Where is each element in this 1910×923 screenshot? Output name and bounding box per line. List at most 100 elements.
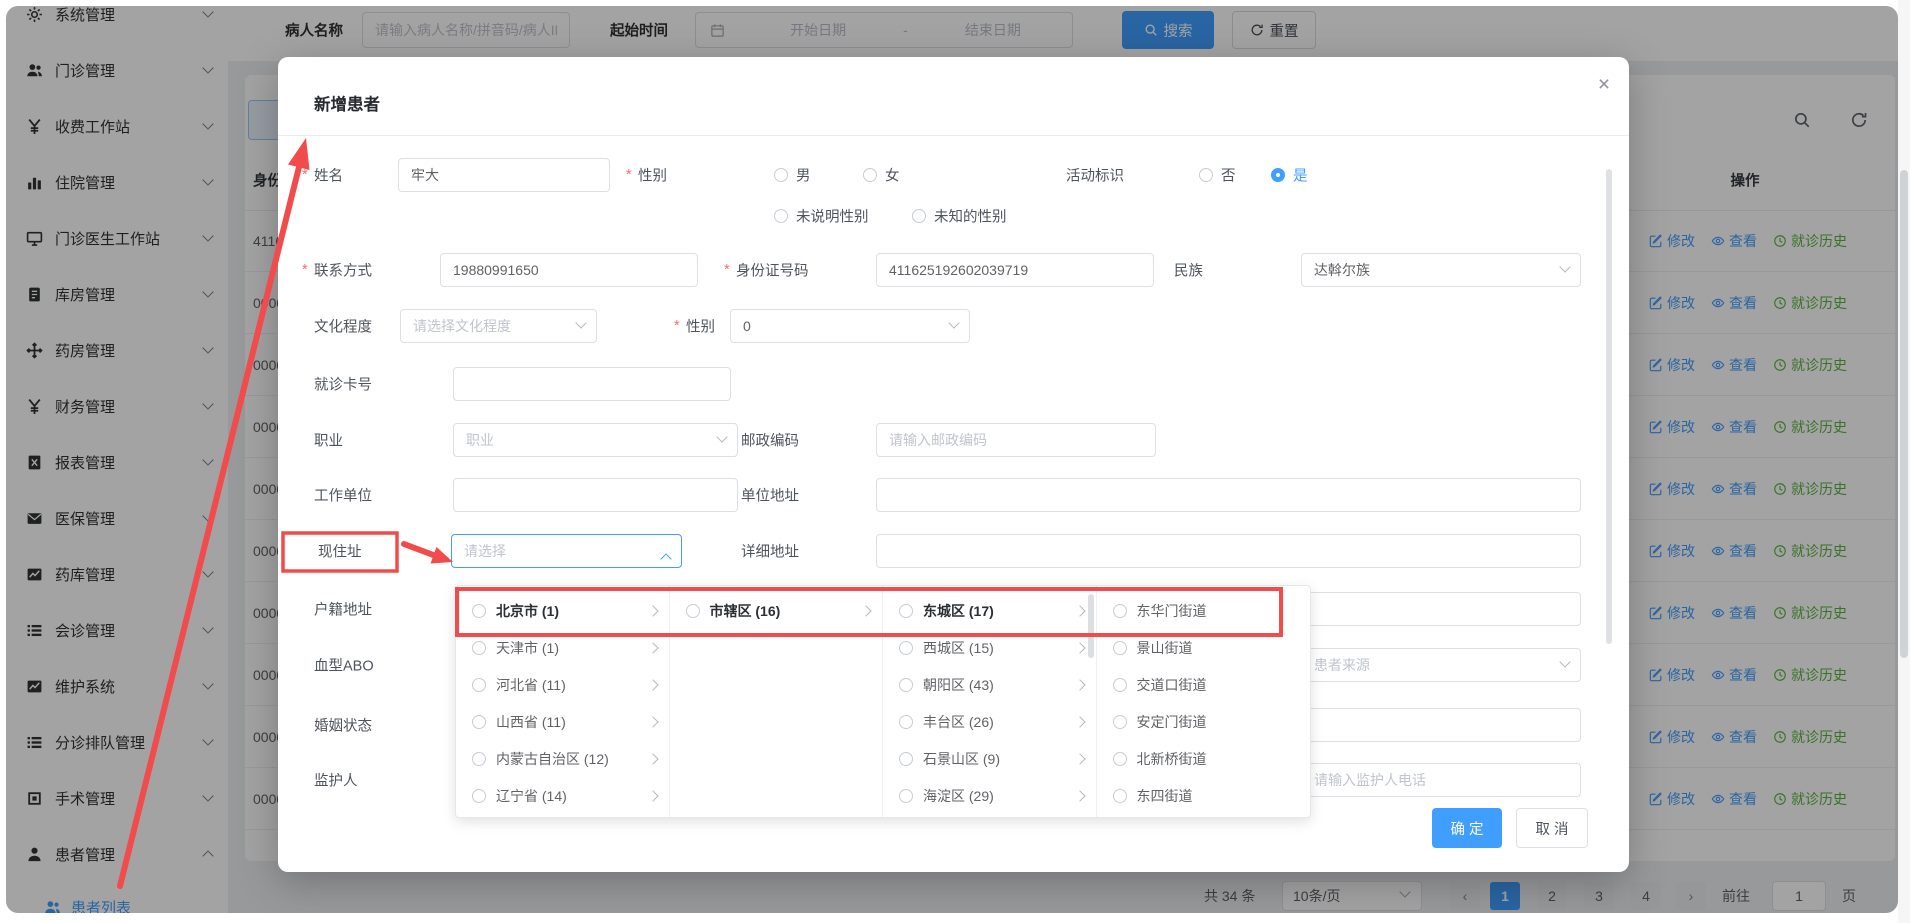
occupation-label: 职业 [314,430,343,451]
radio-icon[interactable] [899,604,913,618]
cascader-option-石景山区 (9)[interactable]: 石景山区 (9) [883,740,1096,777]
radio-icon[interactable] [1113,789,1127,803]
chevron-right-icon [647,790,658,801]
dialog-scrollbar-thumb[interactable] [1606,169,1612,644]
postcode-input[interactable] [876,423,1156,457]
radio-icon[interactable] [1113,752,1127,766]
radio-icon[interactable] [899,641,913,655]
radio-icon[interactable] [472,604,486,618]
detail-address-input[interactable] [876,534,1581,568]
chevron-right-icon [1074,679,1085,690]
address-cascader-dropdown: 北京市 (1)天津市 (1)河北省 (11)山西省 (11)内蒙古自治区 (12… [455,585,1311,818]
cascader-column-1: 市辖区 (16) [670,586,884,817]
radio-icon[interactable] [472,678,486,692]
radio-icon[interactable] [1113,604,1127,618]
cascader-option-西城区 (15)[interactable]: 西城区 (15) [883,629,1096,666]
cascader-scrollbar-thumb[interactable] [1088,594,1094,658]
confirm-button[interactable]: 确 定 [1432,808,1502,848]
active-flag-radio-no[interactable] [1199,168,1213,182]
dialog-divider [278,135,1629,136]
ethnicity-select[interactable]: 达斡尔族 [1301,253,1581,287]
cascader-column-3: 东华门街道景山街道交道口街道安定门街道北新桥街道东四街道 [1097,586,1311,817]
radio-icon[interactable] [1113,715,1127,729]
radio-icon[interactable] [899,715,913,729]
radio-icon[interactable] [899,789,913,803]
registered-address-label: 户籍地址 [314,599,372,620]
chevron-right-icon [647,642,658,653]
card-no-input[interactable] [453,367,731,401]
active-flag-radio-yes[interactable] [1271,168,1285,182]
gender-radio-unknown-label[interactable]: 未知的性别 [934,206,1007,227]
active-flag-radio-no-label[interactable]: 否 [1221,165,1236,186]
cascader-option-丰台区 (26)[interactable]: 丰台区 (26) [883,703,1096,740]
page-scrollbar-thumb[interactable] [1900,170,1908,658]
occupation-select[interactable]: 职业 [453,423,738,457]
cascader-option-北京市 (1)[interactable]: 北京市 (1) [456,592,669,629]
cascader-option-天津市 (1)[interactable]: 天津市 (1) [456,629,669,666]
gender-code-label: 性别 [686,316,715,337]
gender-radio-female[interactable] [863,168,877,182]
guardian-phone-input[interactable] [1301,763,1581,797]
work-unit-input[interactable] [453,478,738,512]
cascader-option-山西省 (11)[interactable]: 山西省 (11) [456,703,669,740]
cascader-option-北新桥街道[interactable]: 北新桥街道 [1097,740,1311,777]
chevron-right-icon [860,605,871,616]
contact-input[interactable] [440,253,698,287]
gender-radio-unknown[interactable] [912,209,926,223]
cascader-option-交道口街道[interactable]: 交道口街道 [1097,666,1311,703]
radio-icon[interactable] [472,641,486,655]
current-address-cascader-select[interactable]: 请选择 [451,534,682,568]
gender-code-select[interactable]: 0 [730,309,970,343]
chevron-right-icon [1074,642,1085,653]
chevron-down-icon [575,317,586,328]
education-select[interactable]: 请选择文化程度 [400,309,597,343]
gender-radio-unstated[interactable] [774,209,788,223]
radio-icon[interactable] [899,678,913,692]
gender-radio-unstated-label[interactable]: 未说明性别 [796,206,869,227]
cancel-button[interactable]: 取 消 [1516,808,1588,848]
cascader-option-东城区 (17)[interactable]: 东城区 (17) [883,592,1096,629]
gender-radio-male-label[interactable]: 男 [796,165,811,186]
patient-source-select[interactable]: 患者来源 [1301,648,1581,682]
cascader-option-东四街道[interactable]: 东四街道 [1097,777,1311,814]
marital-extra-input[interactable] [1301,708,1581,742]
radio-icon[interactable] [899,752,913,766]
contact-label: 联系方式 [314,260,372,281]
active-flag-radio-yes-label[interactable]: 是 [1293,165,1308,186]
radio-icon[interactable] [472,789,486,803]
unit-address-input[interactable] [876,478,1581,512]
cascader-option-东华门街道[interactable]: 东华门街道 [1097,592,1311,629]
cascader-option-朝阳区 (43)[interactable]: 朝阳区 (43) [883,666,1096,703]
cascader-option-海淀区 (29)[interactable]: 海淀区 (29) [883,777,1096,814]
chevron-right-icon [1074,605,1085,616]
cascader-option-安定门街道[interactable]: 安定门街道 [1097,703,1311,740]
registered-address-extra-input[interactable] [1301,592,1581,626]
chevron-right-icon [647,679,658,690]
cascader-option-市辖区 (16)[interactable]: 市辖区 (16) [670,592,883,629]
page-scrollbar[interactable] [1898,0,1910,923]
gender-radio-male[interactable] [774,168,788,182]
postcode-label: 邮政编码 [741,430,799,451]
radio-icon[interactable] [1113,641,1127,655]
unit-address-label: 单位地址 [741,485,799,506]
chevron-right-icon [647,605,658,616]
id-number-input[interactable] [876,253,1154,287]
active-flag-label: 活动标识 [1066,165,1124,186]
chevron-right-icon [647,753,658,764]
radio-icon[interactable] [1113,678,1127,692]
radio-icon[interactable] [472,715,486,729]
radio-icon[interactable] [686,604,700,618]
guardian-label: 监护人 [314,770,358,791]
name-input[interactable] [398,158,610,192]
radio-icon[interactable] [472,752,486,766]
cascader-option-内蒙古自治区 (12)[interactable]: 内蒙古自治区 (12) [456,740,669,777]
chevron-down-icon [716,431,727,442]
cascader-option-辽宁省 (14)[interactable]: 辽宁省 (14) [456,777,669,814]
close-icon[interactable]: × [1590,71,1618,99]
cascader-option-景山街道[interactable]: 景山街道 [1097,629,1311,666]
cascader-option-河北省 (11)[interactable]: 河北省 (11) [456,666,669,703]
blood-type-label: 血型ABO [314,655,374,676]
chevron-right-icon [1074,753,1085,764]
gender-radio-female-label[interactable]: 女 [885,165,900,186]
marital-label: 婚姻状态 [314,715,372,736]
